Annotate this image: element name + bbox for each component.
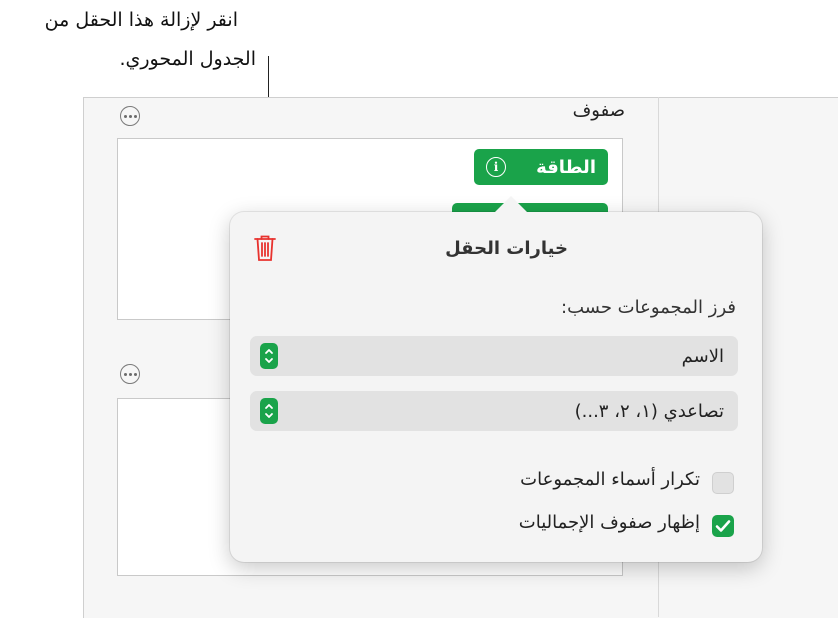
popover-title: خيارات الحقل — [445, 238, 568, 259]
callout-text-line1: انقر لإزالة هذا الحقل من — [44, 9, 238, 31]
info-icon[interactable]: i — [486, 157, 506, 177]
sort-order-value: تصاعدي (١، ٢، ٣...) — [574, 400, 724, 422]
sort-groups-label: فرز المجموعات حسب: — [561, 297, 736, 318]
show-totals-rows-label: إظهار صفوف الإجماليات — [518, 512, 700, 533]
field-options-popover — [230, 212, 762, 562]
rows-more-icon[interactable] — [120, 106, 140, 126]
values-more-icon[interactable] — [120, 364, 140, 384]
sort-by-stepper-icon[interactable] — [260, 343, 278, 369]
popover-arrow — [494, 196, 528, 213]
sort-by-value: الاسم — [681, 345, 724, 367]
sort-by-select[interactable]: الاسم — [250, 336, 738, 376]
sort-order-stepper-icon[interactable] — [260, 398, 278, 424]
field-pill-label: الطاقة — [536, 156, 596, 178]
show-totals-rows-checkbox[interactable] — [712, 515, 734, 537]
trash-icon[interactable] — [253, 233, 277, 263]
checkmark-icon — [715, 520, 731, 532]
callout-text-line2: الجدول المحوري. — [119, 48, 256, 70]
sort-order-select[interactable]: تصاعدي (١، ٢، ٣...) — [250, 391, 738, 431]
rows-field-pill[interactable]: الطاقة i — [474, 149, 608, 185]
rows-section-title: صفوف — [572, 100, 625, 121]
repeat-group-names-checkbox[interactable] — [712, 472, 734, 494]
repeat-group-names-label: تكرار أسماء المجموعات — [520, 469, 700, 490]
